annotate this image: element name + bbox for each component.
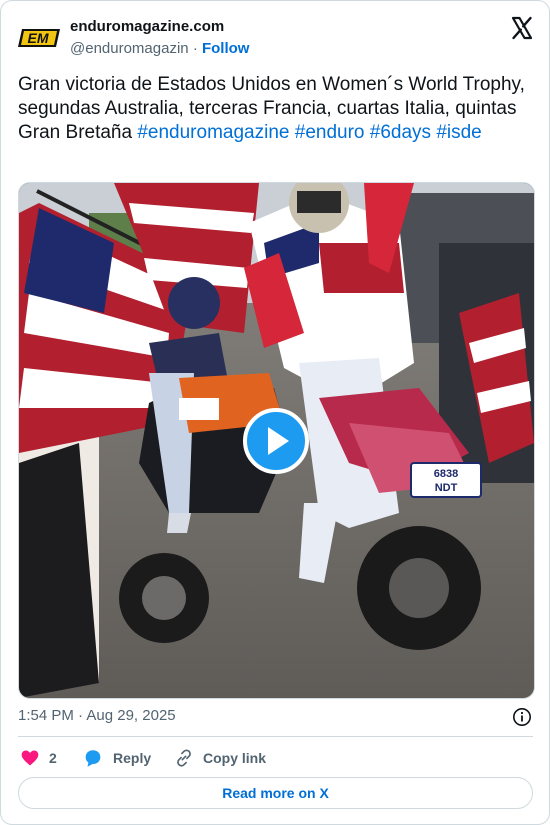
action-bar: 2 Reply Copy link [18,745,533,771]
link-icon [177,749,191,767]
heart-icon [21,750,39,766]
hashtag-link[interactable]: #isde [436,122,481,143]
handle-row: @enduromagazin · Follow [70,40,249,57]
handle-separator: · [192,40,198,57]
tweet-date: Aug 29, 2025 [86,707,176,724]
play-button[interactable] [243,408,309,474]
license-plate-top: 6838 [434,468,458,480]
logo-text: EM [28,30,49,46]
tweet-card: EM enduromagazine.com @enduromagazin · F… [0,0,550,825]
copy-link-label: Copy link [203,750,267,766]
follow-button[interactable]: Follow [202,40,250,57]
license-plate-bottom: NDT [435,482,458,494]
video-thumbnail[interactable]: 6838 NDT [18,182,535,699]
hashtag-link[interactable]: #enduro [295,122,365,143]
em-logo-icon[interactable]: EM [18,23,62,53]
copy-link-button[interactable]: Copy link [174,745,266,771]
tweet-header: EM enduromagazine.com @enduromagazin · F… [18,14,534,62]
tweet-timestamp[interactable]: 1:54 PM · Aug 29, 2025 [18,707,176,724]
like-count: 2 [49,750,57,766]
play-icon [268,427,289,455]
info-icon[interactable] [512,707,532,727]
reply-button[interactable]: Reply [82,745,151,771]
tweet-text: Gran victoria de Estados Unidos en Women… [18,73,530,145]
like-button[interactable]: 2 [20,745,57,771]
divider [18,736,533,737]
account-name[interactable]: enduromagazine.com [70,18,224,35]
reply-label: Reply [113,750,152,766]
x-logo-icon[interactable] [510,16,534,40]
meta-separator: · [78,707,84,724]
tweet-time: 1:54 PM [18,707,74,724]
reply-icon [85,750,101,767]
read-more-button[interactable]: Read more on X [18,777,533,809]
hashtag-link[interactable]: #6days [370,122,431,143]
account-handle[interactable]: @enduromagazin [70,40,189,57]
hashtag-link[interactable]: #enduromagazine [137,122,289,143]
